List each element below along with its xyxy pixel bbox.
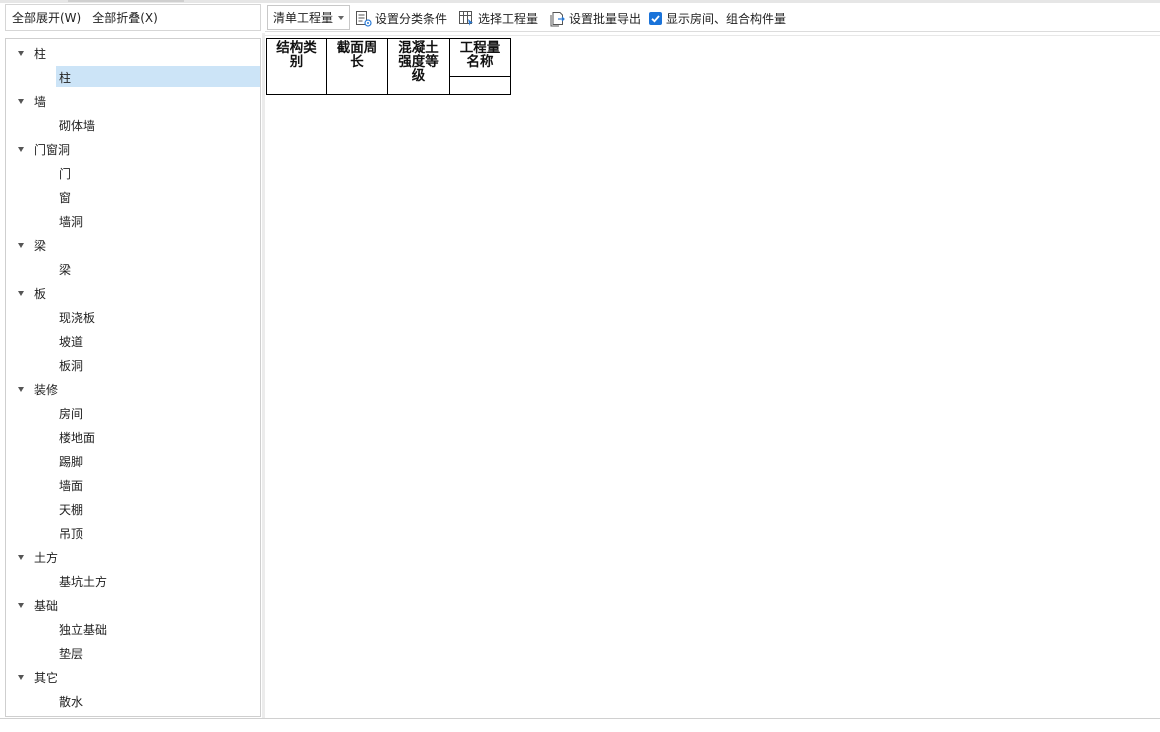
header-concrete-grade[interactable]: 混凝土 强度等级 xyxy=(387,38,450,95)
header-section-perimeter[interactable]: 截面周长 xyxy=(326,38,388,95)
toolbar: 清单工程量 设置分类条件 选择工程量 设置批量导出 显示房间、组合构件量 xyxy=(265,4,1160,32)
tree-item-label: 散水 xyxy=(59,695,84,709)
caret-down-icon[interactable] xyxy=(18,555,24,560)
category-settings-icon xyxy=(355,10,372,27)
tree-item[interactable]: 垫层 xyxy=(6,642,260,666)
tree-item-label: 坡道 xyxy=(59,335,84,349)
tree-item[interactable]: 现浇板 xyxy=(6,306,260,330)
tree-item[interactable]: 门 xyxy=(6,162,260,186)
show-rooms-label: 显示房间、组合构件量 xyxy=(666,11,787,26)
tree-item-label: 门 xyxy=(59,167,72,181)
tree-group-label: 板 xyxy=(34,287,47,301)
tree-item-label: 基坑土方 xyxy=(59,575,108,589)
tree-item[interactable]: 房间 xyxy=(6,402,260,426)
tree-item[interactable]: 天棚 xyxy=(6,498,260,522)
caret-down-icon[interactable] xyxy=(18,603,24,608)
report-table: 结构类别 截面周长 混凝土 强度等级 工程量 名称 xyxy=(266,38,511,95)
tree-item[interactable]: 坡道 xyxy=(6,330,260,354)
show-rooms-toggle[interactable]: 显示房间、组合构件量 xyxy=(649,8,786,28)
export-icon xyxy=(549,10,566,27)
tree-group[interactable]: 梁 xyxy=(6,234,260,258)
tree-item[interactable]: 板洞 xyxy=(6,354,260,378)
collapse-all-button[interactable]: 全部折叠(X) xyxy=(92,9,158,26)
header-structure-type[interactable]: 结构类别 xyxy=(266,38,327,95)
tree-item[interactable]: 梁 xyxy=(6,258,260,282)
table-select-icon xyxy=(458,10,475,27)
select-quantity-label: 选择工程量 xyxy=(478,11,539,26)
tree-item-label: 砌体墙 xyxy=(59,119,96,133)
tree-item-label: 踢脚 xyxy=(59,455,84,469)
tree-group-label: 柱 xyxy=(34,47,47,61)
tree-group-label: 土方 xyxy=(34,551,59,565)
tree-item-label: 独立基础 xyxy=(59,623,108,637)
tree-group[interactable]: 基础 xyxy=(6,594,260,618)
tree-item-label: 柱 xyxy=(59,71,72,85)
tree-header: 全部展开(W) 全部折叠(X) xyxy=(5,4,261,31)
dropdown-value: 清单工程量 xyxy=(273,11,334,25)
tree-group-label: 其它 xyxy=(34,671,59,685)
select-quantity-button[interactable]: 选择工程量 xyxy=(458,8,538,28)
tree-item-label: 现浇板 xyxy=(59,311,96,325)
tree-item[interactable]: 柱 xyxy=(6,66,260,90)
tree-item[interactable]: 墙洞 xyxy=(6,210,260,234)
batch-export-label: 设置批量导出 xyxy=(569,11,642,26)
tree-group[interactable]: 墙 xyxy=(6,90,260,114)
caret-down-icon[interactable] xyxy=(18,147,24,152)
tree-group-label: 墙 xyxy=(34,95,47,109)
tree-item-label: 房间 xyxy=(59,407,84,421)
tree-group-label: 装修 xyxy=(34,383,59,397)
content-top-border xyxy=(265,35,1160,36)
checkbox-checked-icon[interactable] xyxy=(649,11,662,25)
chevron-down-icon xyxy=(338,16,344,20)
tree-group[interactable]: 板 xyxy=(6,282,260,306)
tree-group[interactable]: 柱 xyxy=(6,42,260,66)
tree-item-label: 吊顶 xyxy=(59,527,84,541)
tree-item-label: 楼地面 xyxy=(59,431,96,445)
tree-group-label: 梁 xyxy=(34,239,47,253)
header-quantity-name[interactable]: 工程量 名称 xyxy=(449,38,511,77)
panel-splitter[interactable] xyxy=(262,33,265,718)
bottom-border xyxy=(0,718,1160,719)
tree-group[interactable]: 装修 xyxy=(6,378,260,402)
header-quantity-subcell[interactable] xyxy=(449,76,511,95)
tree-item-label: 墙洞 xyxy=(59,215,84,229)
selection-highlight xyxy=(56,66,260,87)
set-category-label: 设置分类条件 xyxy=(375,11,448,26)
tree-item[interactable]: 墙面 xyxy=(6,474,260,498)
tree-item[interactable]: 吊顶 xyxy=(6,522,260,546)
caret-down-icon[interactable] xyxy=(18,387,24,392)
tree-item[interactable]: 踢脚 xyxy=(6,450,260,474)
tree-group[interactable]: 其它 xyxy=(6,666,260,690)
tab-indicator xyxy=(68,0,184,2)
tree-item-label: 墙面 xyxy=(59,479,84,493)
tree-item[interactable]: 基坑土方 xyxy=(6,570,260,594)
tree-group-label: 基础 xyxy=(34,599,59,613)
component-tree[interactable]: 柱柱墙砌体墙 门窗洞门窗墙洞梁梁板现浇板 坡道 板洞 装修 房间 楼地面 踢脚 墙面 天棚 吊顶 土方… xyxy=(5,38,261,717)
caret-down-icon[interactable] xyxy=(18,99,24,104)
batch-export-button[interactable]: 设置批量导出 xyxy=(549,8,641,28)
tree-item[interactable]: 窗 xyxy=(6,186,260,210)
tree-item[interactable]: 散水 xyxy=(6,690,260,714)
set-category-button[interactable]: 设置分类条件 xyxy=(355,8,447,28)
tree-group[interactable]: 门窗洞 xyxy=(6,138,260,162)
caret-down-icon[interactable] xyxy=(18,243,24,248)
tree-group-label: 门窗洞 xyxy=(34,143,71,157)
caret-down-icon[interactable] xyxy=(18,291,24,296)
caret-down-icon[interactable] xyxy=(18,675,24,680)
quantity-type-dropdown[interactable]: 清单工程量 xyxy=(267,5,350,30)
tree-item-label: 窗 xyxy=(59,191,72,205)
tree-item[interactable]: 楼地面 xyxy=(6,426,260,450)
top-strip xyxy=(0,0,1160,3)
tree-item-label: 天棚 xyxy=(59,503,84,517)
tree-item[interactable]: 独立基础 xyxy=(6,618,260,642)
tree-group[interactable]: 土方 xyxy=(6,546,260,570)
tree-item-label: 垫层 xyxy=(59,647,84,661)
tree-item[interactable]: 砌体墙 xyxy=(6,114,260,138)
expand-all-button[interactable]: 全部展开(W) xyxy=(12,9,81,26)
caret-down-icon[interactable] xyxy=(18,51,24,56)
tree-item-label: 梁 xyxy=(59,263,72,277)
tree-item-label: 板洞 xyxy=(59,359,84,373)
